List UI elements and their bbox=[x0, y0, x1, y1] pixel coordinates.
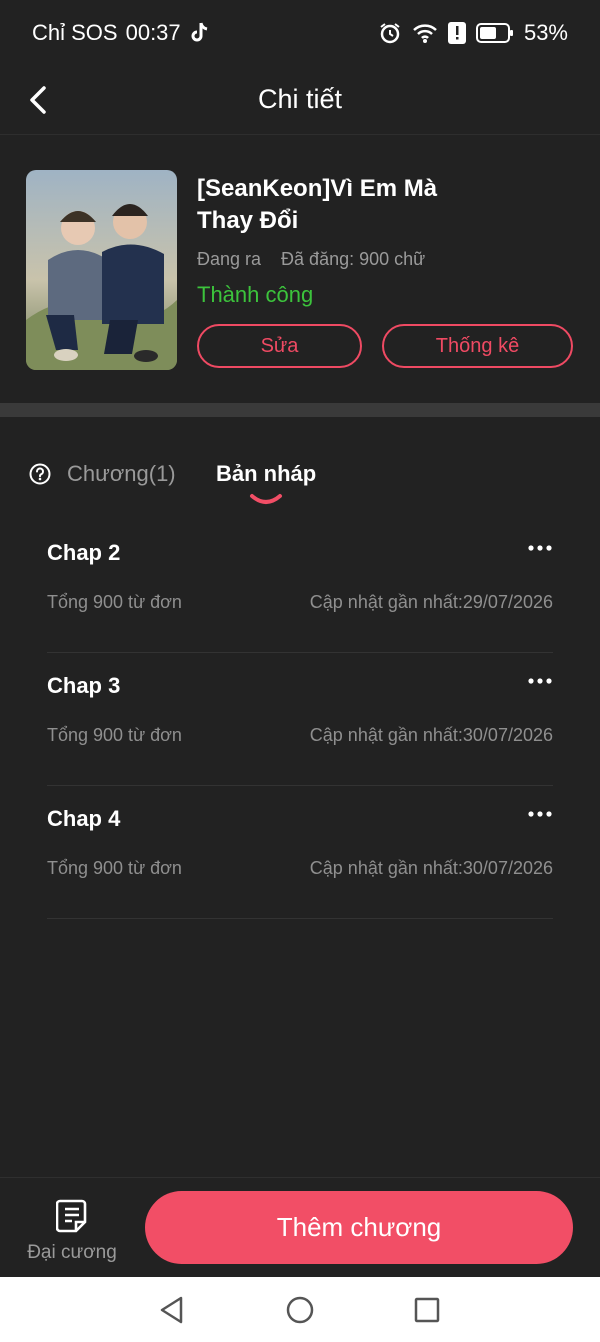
status-left: Chỉ SOS 00:37 bbox=[32, 20, 211, 46]
outline-label: Đại cương bbox=[27, 1242, 117, 1263]
chapter-updated: Cập nhật gần nhất:30/07/2026 bbox=[309, 858, 553, 878]
list-item[interactable]: Chap 4 Tổng 900 từ đơn Cập nhật gần nhất… bbox=[47, 786, 553, 919]
book-cover-image[interactable] bbox=[26, 170, 177, 370]
battery-icon bbox=[475, 22, 514, 44]
chapter-word-count: Tổng 900 từ đơn bbox=[47, 592, 182, 612]
add-chapter-button[interactable]: Thêm chương bbox=[145, 1191, 573, 1264]
chapter-title: Chap 4 bbox=[47, 806, 121, 831]
nav-back-icon[interactable] bbox=[157, 1295, 187, 1325]
clock-text: 00:37 bbox=[125, 20, 181, 45]
battery-text: 53% bbox=[523, 20, 568, 45]
system-nav-bar bbox=[0, 1277, 600, 1342]
review-status: Thành công bbox=[197, 282, 314, 307]
nav-recents-icon[interactable] bbox=[412, 1295, 442, 1325]
list-item[interactable]: Chap 2 Tổng 900 từ đơn Cập nhật gần nhất… bbox=[47, 520, 553, 653]
section-divider bbox=[0, 403, 600, 417]
document-icon bbox=[55, 1198, 90, 1234]
book-info: [SeanKeon]Vì Em Mà Thay Đổi Đang ra Đã đ… bbox=[0, 135, 600, 403]
chapter-tabs: Chương(1) Bản nháp bbox=[0, 440, 600, 510]
status-right: 53% bbox=[378, 20, 568, 46]
edit-button[interactable]: Sửa bbox=[197, 324, 362, 368]
page-title: Chi tiết bbox=[257, 84, 343, 114]
chapter-word-count: Tổng 900 từ đơn bbox=[47, 858, 182, 878]
app-header: Chi tiết bbox=[0, 66, 600, 135]
more-icon[interactable] bbox=[527, 671, 553, 691]
book-title: [SeanKeon]Vì Em Mà Thay Đổi bbox=[197, 175, 438, 234]
bottom-action-bar: Đại cương Thêm chương bbox=[0, 1177, 600, 1278]
active-tab-indicator bbox=[248, 492, 284, 506]
book-state: Đang ra bbox=[197, 249, 262, 269]
book-meta: Đang ra Đã đăng: 900 chữ bbox=[197, 249, 425, 270]
more-icon[interactable] bbox=[527, 804, 553, 824]
wifi-icon bbox=[412, 22, 438, 44]
more-icon[interactable] bbox=[527, 538, 553, 558]
tab-chapters[interactable]: Chương(1) bbox=[67, 461, 176, 487]
tab-drafts[interactable]: Bản nháp bbox=[216, 461, 316, 487]
tiktok-icon bbox=[189, 21, 211, 45]
alert-icon bbox=[447, 22, 466, 44]
chapter-updated: Cập nhật gần nhất:29/07/2026 bbox=[309, 592, 553, 612]
chapter-updated: Cập nhật gần nhất:30/07/2026 bbox=[309, 725, 553, 745]
nav-home-icon[interactable] bbox=[285, 1295, 315, 1325]
book-word-count: Đã đăng: 900 chữ bbox=[281, 249, 426, 269]
status-bar: Chỉ SOS 00:37 53% bbox=[0, 0, 600, 66]
help-icon[interactable] bbox=[29, 463, 51, 485]
outline-button[interactable]: Đại cương bbox=[20, 1190, 124, 1270]
list-item[interactable]: Chap 3 Tổng 900 từ đơn Cập nhật gần nhất… bbox=[47, 653, 553, 786]
draft-list: Chap 2 Tổng 900 từ đơn Cập nhật gần nhất… bbox=[47, 520, 553, 919]
alarm-icon bbox=[378, 21, 402, 45]
chapter-title: Chap 2 bbox=[47, 540, 121, 565]
chapter-title: Chap 3 bbox=[47, 673, 121, 698]
chapter-word-count: Tổng 900 từ đơn bbox=[47, 725, 182, 745]
statistics-button[interactable]: Thống kê bbox=[382, 324, 573, 368]
carrier-text: Chỉ SOS bbox=[32, 20, 118, 45]
